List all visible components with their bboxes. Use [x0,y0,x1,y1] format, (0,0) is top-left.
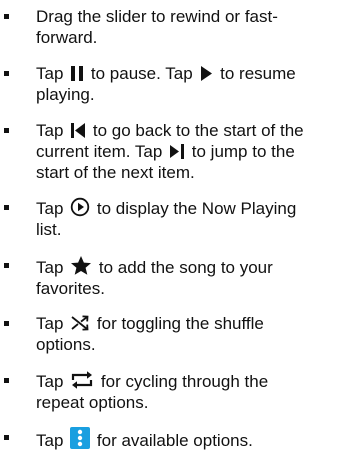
now-playing-icon [70,197,90,217]
list-item-text: Tap to add the song to your favorites. [36,255,354,299]
tap-word: Tap [36,431,64,450]
line: forward. [36,28,98,47]
instruction-list: Drag the slider to rewind or fast- forwa… [0,0,358,465]
segment: for toggling the shuffle [96,314,264,333]
segment: to add the song to your [98,258,273,277]
list-item-text: Tap to display the Now Playing list. [36,197,354,240]
bullet-marker [4,14,9,19]
tap-word: Tap [36,314,64,333]
line: repeat options. [36,393,149,412]
skip-next-icon [169,143,185,160]
skip-previous-icon [70,122,86,139]
shuffle-icon [70,314,90,332]
list-item-text: Tap to pause. Tap to resume playing. [36,63,354,105]
bullet-marker [4,71,9,76]
list-item-text: Tap to go back to the start of the curre… [36,120,354,183]
list-item-text: Tap for cycling through the repeat optio… [36,370,354,413]
segment: to display the Now Playing [96,199,297,218]
line: favorites. [36,279,105,298]
tap-word: Tap [36,64,64,83]
tap-word: Tap [36,121,64,140]
list-item-text: Tap for toggling the shuffle options. [36,313,354,355]
tap-word: Tap [36,199,64,218]
tap-word: Tap [36,258,64,277]
line: Drag the slider to rewind or fast- [36,7,278,26]
segment: to resume [220,64,296,83]
list-item-text: Drag the slider to rewind or fast- forwa… [36,6,354,48]
segment: to jump to the [191,142,295,161]
segment: current item. Tap [36,142,163,161]
segment: to pause. Tap [90,64,193,83]
line: start of the next item. [36,163,195,182]
bullet-marker [4,321,9,326]
star-icon [70,255,92,276]
bullet-marker [4,128,9,133]
repeat-icon [70,370,94,390]
play-icon [199,65,213,82]
list-item-text: Tap for available options. [36,427,354,451]
tap-word: Tap [36,372,64,391]
more-options-icon [70,427,91,449]
line: playing. [36,85,95,104]
segment: to go back to the start of the [92,121,304,140]
bullet-marker [4,378,9,383]
pause-icon [70,65,84,82]
segment: for cycling through the [100,372,269,391]
bullet-marker [4,435,9,440]
bullet-marker [4,263,9,268]
line: list. [36,220,62,239]
segment: for available options. [96,431,253,450]
bullet-marker [4,205,9,210]
line: options. [36,335,96,354]
